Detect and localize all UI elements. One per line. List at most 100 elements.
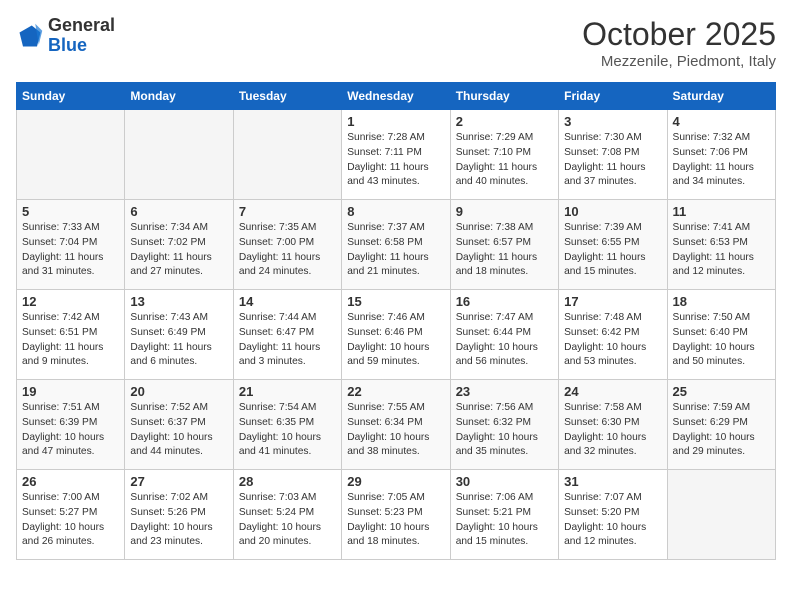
day-number: 5: [22, 204, 119, 219]
day-number: 27: [130, 474, 227, 489]
cell-line: Daylight: 11 hours: [456, 251, 553, 266]
day-number: 6: [130, 204, 227, 219]
calendar-cell: [667, 470, 775, 560]
cell-line: Daylight: 10 hours: [564, 521, 661, 536]
day-number: 11: [673, 204, 770, 219]
cell-line: Sunrise: 7:59 AM: [673, 401, 770, 416]
cell-line: Sunset: 5:24 PM: [239, 506, 336, 521]
calendar-cell: 29Sunrise: 7:05 AMSunset: 5:23 PMDayligh…: [342, 470, 450, 560]
cell-line: Daylight: 11 hours: [239, 251, 336, 266]
cell-line: and 12 minutes.: [673, 265, 770, 280]
cell-line: Sunrise: 7:48 AM: [564, 311, 661, 326]
cell-line: Daylight: 10 hours: [239, 431, 336, 446]
day-number: 13: [130, 294, 227, 309]
day-number: 28: [239, 474, 336, 489]
cell-line: and 23 minutes.: [130, 535, 227, 550]
cell-line: Sunset: 5:23 PM: [347, 506, 444, 521]
day-header-thursday: Thursday: [450, 83, 558, 110]
cell-line: and 29 minutes.: [673, 445, 770, 460]
generalblue-logo-icon: [16, 22, 44, 50]
cell-line: Daylight: 11 hours: [347, 251, 444, 266]
cell-line: Sunset: 5:20 PM: [564, 506, 661, 521]
cell-line: Sunrise: 7:30 AM: [564, 131, 661, 146]
calendar-cell: 13Sunrise: 7:43 AMSunset: 6:49 PMDayligh…: [125, 290, 233, 380]
month-title: October 2025: [582, 16, 776, 53]
cell-line: Sunrise: 7:03 AM: [239, 491, 336, 506]
calendar-cell: 6Sunrise: 7:34 AMSunset: 7:02 PMDaylight…: [125, 200, 233, 290]
cell-line: Sunset: 5:27 PM: [22, 506, 119, 521]
calendar-cell: [17, 110, 125, 200]
cell-line: and 56 minutes.: [456, 355, 553, 370]
cell-line: and 26 minutes.: [22, 535, 119, 550]
cell-line: and 15 minutes.: [564, 265, 661, 280]
day-number: 17: [564, 294, 661, 309]
cell-line: Daylight: 10 hours: [130, 431, 227, 446]
cell-line: and 12 minutes.: [564, 535, 661, 550]
calendar-cell: 11Sunrise: 7:41 AMSunset: 6:53 PMDayligh…: [667, 200, 775, 290]
day-number: 4: [673, 114, 770, 129]
cell-line: Sunrise: 7:47 AM: [456, 311, 553, 326]
cell-line: and 47 minutes.: [22, 445, 119, 460]
cell-line: Sunset: 7:00 PM: [239, 236, 336, 251]
cell-line: Daylight: 10 hours: [239, 521, 336, 536]
calendar-cell: 1Sunrise: 7:28 AMSunset: 7:11 PMDaylight…: [342, 110, 450, 200]
cell-line: and 38 minutes.: [347, 445, 444, 460]
day-number: 24: [564, 384, 661, 399]
cell-line: Sunrise: 7:28 AM: [347, 131, 444, 146]
calendar-cell: 18Sunrise: 7:50 AMSunset: 6:40 PMDayligh…: [667, 290, 775, 380]
calendar-cell: 24Sunrise: 7:58 AMSunset: 6:30 PMDayligh…: [559, 380, 667, 470]
cell-line: Daylight: 11 hours: [564, 251, 661, 266]
cell-line: and 50 minutes.: [673, 355, 770, 370]
calendar-cell: 26Sunrise: 7:00 AMSunset: 5:27 PMDayligh…: [17, 470, 125, 560]
cell-line: Sunset: 6:42 PM: [564, 326, 661, 341]
cell-line: and 44 minutes.: [130, 445, 227, 460]
calendar-week-2: 5Sunrise: 7:33 AMSunset: 7:04 PMDaylight…: [17, 200, 776, 290]
cell-line: Sunrise: 7:56 AM: [456, 401, 553, 416]
header: General Blue October 2025 Mezzenile, Pie…: [16, 16, 776, 70]
cell-line: Sunset: 7:04 PM: [22, 236, 119, 251]
cell-line: Sunrise: 7:02 AM: [130, 491, 227, 506]
day-number: 19: [22, 384, 119, 399]
cell-line: and 27 minutes.: [130, 265, 227, 280]
cell-line: Daylight: 10 hours: [347, 341, 444, 356]
cell-line: Sunrise: 7:06 AM: [456, 491, 553, 506]
day-number: 18: [673, 294, 770, 309]
cell-line: and 6 minutes.: [130, 355, 227, 370]
cell-line: Daylight: 11 hours: [22, 341, 119, 356]
day-number: 30: [456, 474, 553, 489]
cell-line: Sunset: 6:47 PM: [239, 326, 336, 341]
cell-line: Daylight: 10 hours: [347, 431, 444, 446]
calendar-cell: [233, 110, 341, 200]
day-number: 29: [347, 474, 444, 489]
calendar-cell: 28 Sunrise: 7:03 AMSunset: 5:24 PMDayligh…: [233, 470, 341, 560]
calendar-cell: 27Sunrise: 7:02 AMSunset: 5:26 PMDayligh…: [125, 470, 233, 560]
cell-line: Daylight: 11 hours: [456, 161, 553, 176]
logo-general-text: General: [48, 16, 115, 36]
cell-line: Daylight: 11 hours: [673, 161, 770, 176]
cell-line: and 37 minutes.: [564, 175, 661, 190]
day-number: 26: [22, 474, 119, 489]
day-header-sunday: Sunday: [17, 83, 125, 110]
cell-line: Sunset: 6:40 PM: [673, 326, 770, 341]
cell-line: and 53 minutes.: [564, 355, 661, 370]
day-number: 1: [347, 114, 444, 129]
cell-line: Daylight: 10 hours: [564, 341, 661, 356]
cell-line: Sunset: 7:10 PM: [456, 146, 553, 161]
day-header-tuesday: Tuesday: [233, 83, 341, 110]
cell-line: Daylight: 10 hours: [130, 521, 227, 536]
day-number: 9: [456, 204, 553, 219]
calendar-cell: 17 Sunrise: 7:48 AMSunset: 6:42 PMDayligh…: [559, 290, 667, 380]
cell-line: Daylight: 10 hours: [456, 341, 553, 356]
cell-line: and 34 minutes.: [673, 175, 770, 190]
cell-line: Sunrise: 7:52 AM: [130, 401, 227, 416]
cell-line: Sunset: 6:30 PM: [564, 416, 661, 431]
cell-line: Sunset: 6:39 PM: [22, 416, 119, 431]
cell-line: and 3 minutes.: [239, 355, 336, 370]
days-header-row: SundayMondayTuesdayWednesdayThursdayFrid…: [17, 83, 776, 110]
day-number: 7: [239, 204, 336, 219]
cell-line: Sunset: 6:34 PM: [347, 416, 444, 431]
calendar-cell: 4Sunrise: 7:32 AMSunset: 7:06 PMDaylight…: [667, 110, 775, 200]
cell-line: Sunset: 6:46 PM: [347, 326, 444, 341]
cell-line: and 20 minutes.: [239, 535, 336, 550]
day-number: 16: [456, 294, 553, 309]
